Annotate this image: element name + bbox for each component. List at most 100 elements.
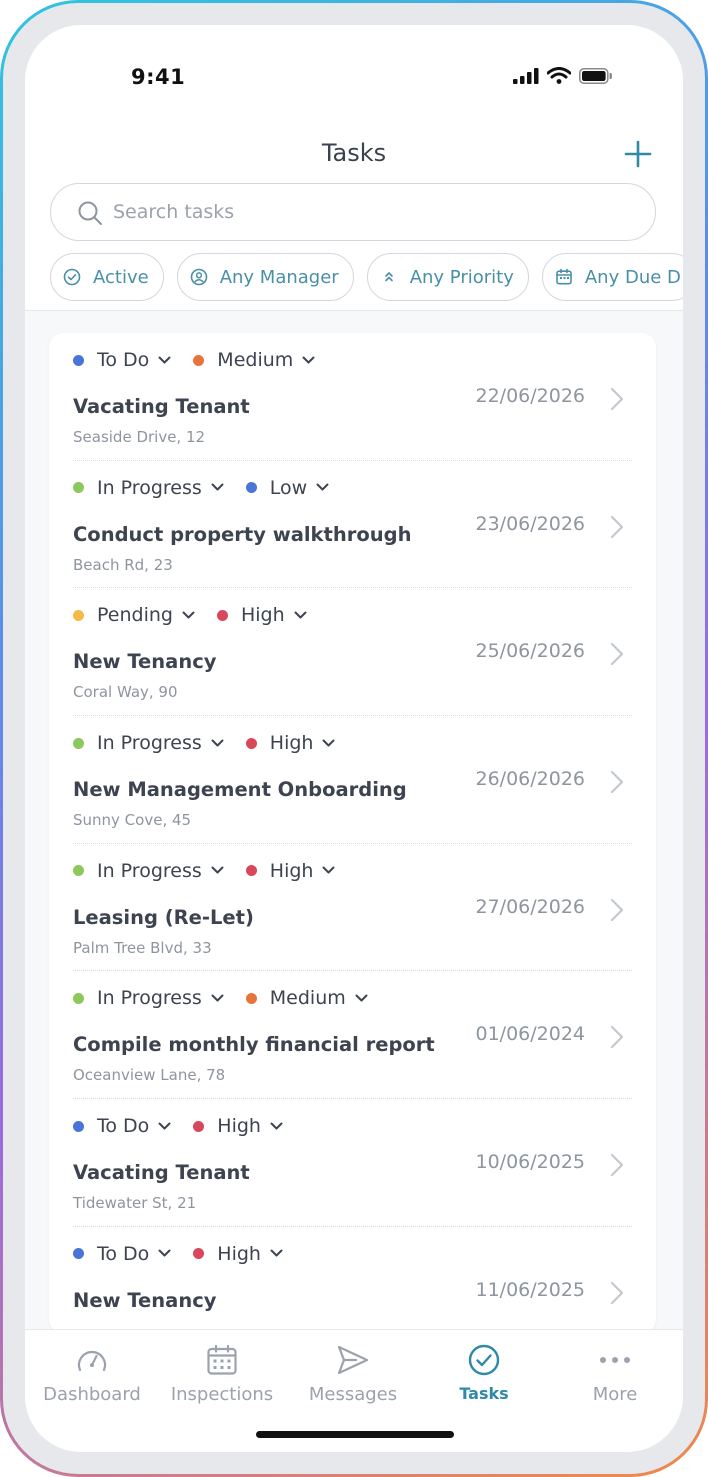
priority-dot [216,609,228,621]
task-address: Oceanview Lane, 78 [73,1066,226,1085]
calendar-grid-icon [207,1344,237,1375]
chevron-down-icon [322,739,335,747]
gauge-icon [77,1350,107,1372]
user-circle-icon [190,268,207,286]
filter-chips: Active Any Manager Any Priority Any Due … [50,253,683,303]
search-input[interactable] [113,184,613,240]
task-name: Conduct property walkthrough [73,522,412,546]
priority-dropdown[interactable]: Low [245,477,329,499]
task-tags: In Progress High [73,732,357,754]
status-dropdown[interactable]: To Do [73,349,171,371]
chevron-right-icon [610,898,624,921]
task-tags: Pending High [73,604,329,626]
battery-icon [579,67,612,84]
priority-label: Medium [217,349,294,371]
task-row[interactable]: In Progress Low Conduct property walkthrou… [73,461,632,589]
chevron-down-icon [211,994,224,1002]
status-label: To Do [97,1115,150,1138]
tasks-header: Tasks Active [25,125,683,311]
task-due-date: 27/06/2026 [475,895,585,918]
priority-dropdown[interactable]: Medium [245,987,368,1009]
calendar-icon [556,268,572,285]
task-tags: To Do Medium [73,349,337,371]
nav-dashboard[interactable]: Dashboard [27,1342,157,1405]
task-tags: In Progress High [73,860,357,882]
filter-priority-chip[interactable]: Any Priority [366,253,529,301]
check-circle-icon [468,1344,500,1376]
status-bar: 9:41 [25,25,683,125]
task-address: Seaside Drive, 12 [73,428,206,446]
search-box[interactable] [50,183,656,241]
task-name: Vacating Tenant [73,395,250,418]
task-row[interactable]: In Progress High Leasing (Re-Let) Palm Tree… [73,844,632,972]
status-label: In Progress [97,476,202,499]
status-label: To Do [97,1242,150,1265]
priority-dropdown[interactable]: High [193,1115,283,1137]
chevron-down-icon [158,356,171,363]
priority-dropdown[interactable]: High [193,1243,283,1265]
task-tags: In Progress Low [73,477,351,499]
add-task-button[interactable] [623,139,653,169]
task-row[interactable]: In Progress Medium Compile monthly financi… [73,971,632,1100]
status-dropdown[interactable]: In Progress [73,732,224,754]
status-dropdown[interactable]: In Progress [73,860,224,882]
priority-dropdown[interactable]: High [245,732,336,754]
priority-dropdown[interactable]: High [245,860,336,882]
task-due-date: 10/06/2025 [475,1151,585,1174]
status-dropdown[interactable]: In Progress [73,477,224,499]
nav-dashboard-label: Dashboard [43,1384,141,1405]
nav-tasks-label: Tasks [459,1384,509,1403]
status-dot [73,992,84,1004]
task-row[interactable]: To Do High Vacating Tenant Tidewater St, 21… [73,1099,632,1227]
priority-dot [245,865,257,877]
chevron-down-icon [158,1249,171,1257]
task-row[interactable]: To Do Medium Vacating Tenant Seaside Drive,… [73,333,632,461]
nav-inspections[interactable]: Inspections [157,1342,287,1405]
status-dot [73,609,84,621]
priority-dropdown[interactable]: High [216,604,307,627]
task-name: Vacating Tenant [73,1161,250,1185]
priority-dropdown[interactable]: Medium [193,349,315,371]
status-dot [73,737,84,749]
priority-label: High [217,1115,261,1138]
filter-manager-chip[interactable]: Any Manager [176,253,354,301]
task-row[interactable]: Pending High New Tenancy Coral Way, 90 25/06… [73,588,632,717]
chevrons-up-icon [384,272,393,282]
priority-dot [245,482,257,494]
status-dropdown[interactable]: Pending [73,604,195,626]
nav-more[interactable]: More [550,1342,680,1405]
filter-due-date-chip[interactable]: Any Due D [541,253,683,301]
status-dropdown[interactable]: To Do [73,1115,171,1137]
priority-dot [193,354,205,366]
status-time: 9:41 [131,65,186,89]
chevron-down-icon [158,1122,171,1130]
status-label: Pending [97,604,173,627]
task-name: New Management Onboarding [73,778,407,802]
task-address: Palm Tree Blvd, 33 [73,938,212,957]
filter-due-date-label: Any Due D [584,266,681,288]
nav-messages-label: Messages [308,1384,398,1405]
status-label: In Progress [97,859,202,882]
task-address: Sunny Cove, 45 [73,811,192,830]
chevron-right-icon [610,1026,624,1049]
status-dot [73,482,84,494]
chevron-right-icon [610,1281,624,1304]
device-bezel: 9:41 Tasks Search tasks Active Any Manag… [3,3,705,1474]
filter-status-chip[interactable]: Active [50,253,164,301]
status-dropdown[interactable]: To Do [73,1243,171,1265]
chevron-down-icon [211,483,224,491]
task-row[interactable]: In Progress High New Management Onboarding… [73,716,632,844]
filter-priority-label: Any Priority [409,266,514,288]
nav-messages[interactable]: Messages [288,1342,418,1405]
nav-more-label: More [592,1384,638,1405]
status-icons [513,67,613,84]
nav-tasks[interactable]: Tasks [419,1342,549,1403]
chevron-right-icon [610,387,624,411]
priority-label: High [240,604,285,627]
priority-dot [245,992,257,1004]
task-due-date: 22/06/2026 [475,385,585,407]
task-tags: In Progress Medium [73,987,390,1009]
task-row[interactable]: To Do High New Tenancy 11/06/2025 [73,1227,632,1333]
status-dropdown[interactable]: In Progress [73,987,224,1009]
chevron-down-icon [316,483,329,491]
